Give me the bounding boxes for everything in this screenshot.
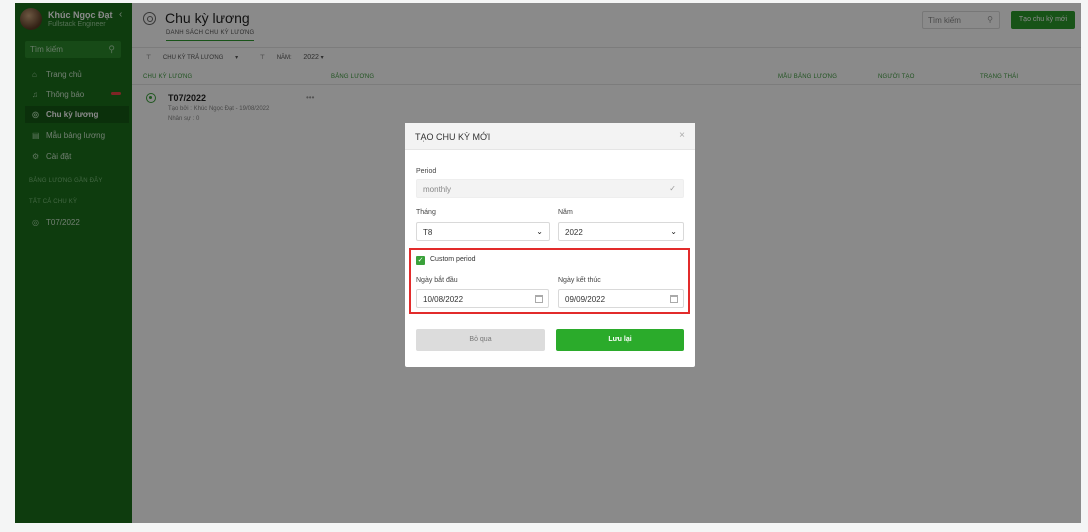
- custom-period-label[interactable]: Custom period: [430, 256, 476, 263]
- month-select[interactable]: T8 ⌄: [416, 222, 550, 241]
- chevron-down-icon: ⌄: [670, 227, 677, 236]
- custom-period-checkbox[interactable]: ✓: [416, 256, 425, 265]
- chevron-down-icon: ⌄: [536, 227, 543, 236]
- start-date-label: Ngày bắt đầu: [416, 277, 458, 284]
- calendar-icon[interactable]: [670, 295, 678, 303]
- cancel-button[interactable]: Bỏ qua: [416, 329, 545, 351]
- start-date-input[interactable]: 10/08/2022: [416, 289, 549, 308]
- modal-header: TẠO CHU KỲ MỚI ×: [405, 123, 695, 150]
- save-button[interactable]: Lưu lại: [556, 329, 684, 351]
- end-date-input[interactable]: 09/09/2022: [558, 289, 684, 308]
- month-label: Tháng: [416, 209, 436, 216]
- period-field: monthly ✓: [416, 179, 684, 198]
- end-date-label: Ngày kết thúc: [558, 277, 601, 284]
- close-icon[interactable]: ×: [679, 130, 685, 141]
- period-label: Period: [416, 168, 437, 175]
- modal-title: TẠO CHU KỲ MỚI: [415, 132, 491, 142]
- year-select[interactable]: 2022 ⌄: [558, 222, 684, 241]
- check-icon: ✓: [669, 184, 676, 193]
- year-label: Năm: [558, 209, 573, 216]
- calendar-icon[interactable]: [535, 295, 543, 303]
